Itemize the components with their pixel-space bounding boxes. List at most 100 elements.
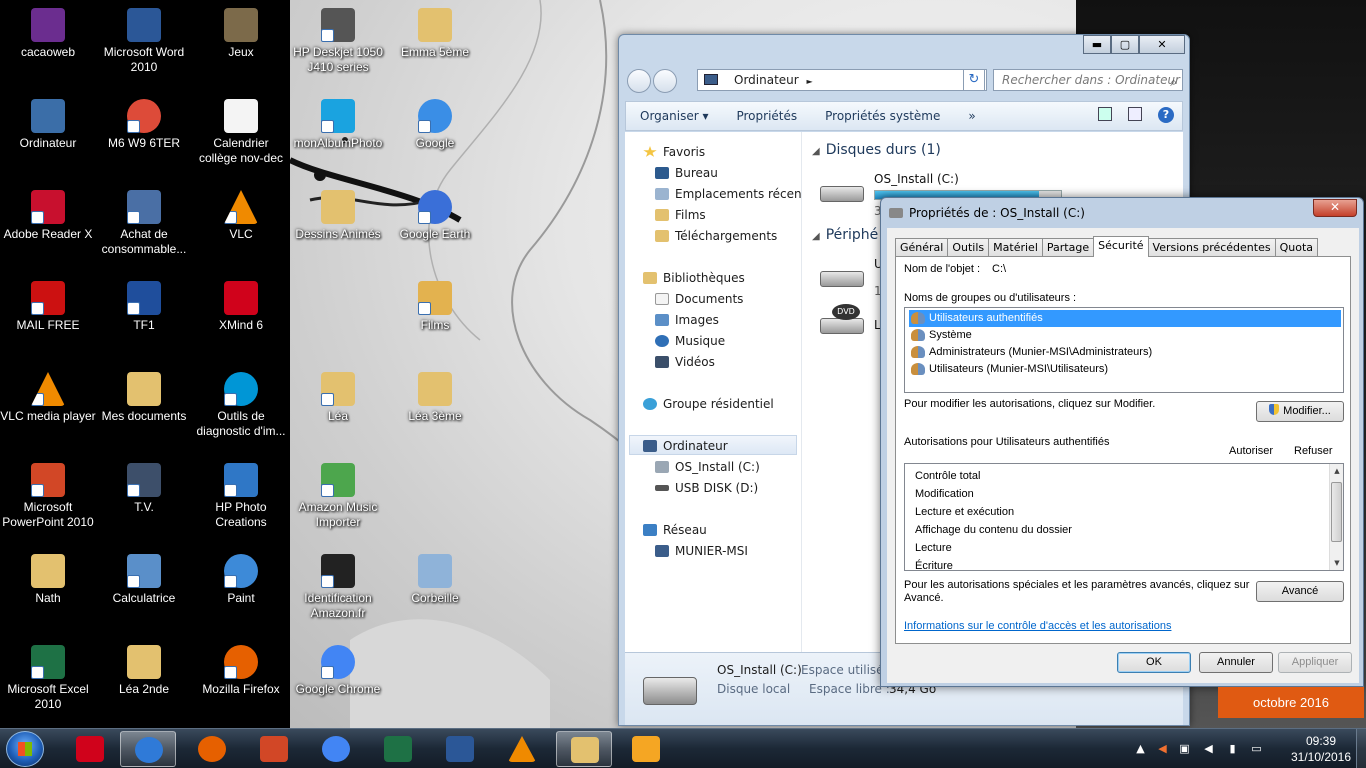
forward-button[interactable] [653,69,677,93]
calendar-flyout[interactable]: octobre 2016 [1218,687,1364,718]
desktop-icon-mail-free[interactable]: MAIL FREE [0,281,96,333]
taskbar-excel[interactable] [370,731,426,767]
desktop-icon-ordinateur[interactable]: Ordinateur [0,99,96,151]
desktop-icon-calendrier[interactable]: Calendrier collège nov-dec [193,99,289,166]
desktop-icon-word[interactable]: Microsoft Word 2010 [96,8,192,75]
desktop-icon-hp-deskjet[interactable]: HP Deskjet 1050 J410 series [290,8,386,75]
desktop-icon-lea-3eme[interactable]: Léa 3ème [387,372,483,424]
tab-sharing[interactable]: Partage [1041,238,1095,257]
preview-pane-icon[interactable] [1128,107,1142,121]
desktop-icon-tv[interactable]: T.V. [96,463,192,515]
groups-list[interactable]: Utilisateurs authentifiés Système Admini… [904,307,1344,393]
dialog-close-button[interactable]: ✕ [1313,199,1357,217]
nav-desktop[interactable]: Bureau [655,163,718,183]
close-button[interactable]: ✕ [1139,35,1185,54]
ok-button[interactable]: OK [1117,652,1191,673]
desktop-icon-cacaoweb[interactable]: cacaoweb [0,8,96,60]
taskbar-chrome[interactable] [308,731,364,767]
action-center-icon[interactable]: ▣ [1178,742,1191,755]
address-bar[interactable]: Ordinateur ► ▼ [697,69,987,91]
volume-icon[interactable]: ◀ [1202,742,1215,755]
start-button[interactable] [6,731,44,767]
access-control-info-link[interactable]: Informations sur le contrôle d'accès et … [904,620,1171,632]
properties-dialog[interactable]: Propriétés de : OS_Install (C:) ✕ Généra… [880,197,1364,687]
desktop-icon-tf1[interactable]: TF1 [96,281,192,333]
desktop-icon-google[interactable]: Google [387,99,483,151]
os-drive-item[interactable] [814,172,874,212]
cancel-button[interactable]: Annuler [1199,652,1273,673]
desktop-icon-xmind[interactable]: XMind 6 [193,281,289,333]
show-desktop-button[interactable] [1356,729,1366,768]
usb-drive-item[interactable] [814,257,874,297]
desktop-icon-nath[interactable]: Nath [0,554,96,606]
nav-computer[interactable]: Ordinateur [629,435,797,455]
organize-button[interactable]: Organiser ▾ [626,109,722,123]
desktop-icon-vlc[interactable]: VLC [193,190,289,242]
desktop-icon-identification-amazon[interactable]: Identification Amazon.fr [290,554,386,621]
desktop-icon-lea-2nde[interactable]: Léa 2nde [96,645,192,697]
speaker-warning-icon[interactable]: ◀ [1156,742,1169,755]
nav-films[interactable]: Films [655,205,706,225]
desktop-icon-emma[interactable]: Emma 5ème [387,8,483,60]
desktop-icon-films[interactable]: Films [387,281,483,333]
permissions-scrollbar[interactable]: ▲ ▼ [1329,464,1343,570]
more-commands-button[interactable]: » [954,109,989,123]
desktop-icon-monalbumphoto[interactable]: monAlbumPhoto [290,99,386,151]
nav-downloads[interactable]: Téléchargements [655,226,777,246]
desktop-icon-vlc-media-player[interactable]: VLC media player [0,372,96,424]
taskbar-firefox[interactable] [184,731,240,767]
group-item[interactable]: Utilisateurs (Munier-MSI\Utilisateurs) [909,361,1108,378]
search-input[interactable]: Rechercher dans : Ordinateur ⌕ [993,69,1183,91]
change-view-icon[interactable] [1098,107,1112,121]
desktop-icon-calculatrice[interactable]: Calculatrice [96,554,192,606]
desktop-icon-google-earth[interactable]: Google Earth [387,190,483,242]
tab-tools[interactable]: Outils [947,238,990,257]
desktop-icon-dessins-animes[interactable]: Dessins Animés [290,190,386,242]
group-item[interactable]: Administrateurs (Munier-MSI\Administrate… [909,344,1152,361]
nav-images[interactable]: Images [655,310,719,330]
desktop-icon-hp-photo[interactable]: HP Photo Creations [193,463,289,530]
removable-header[interactable]: ◢ Périphé [812,227,878,243]
nav-recent[interactable]: Emplacements récents [655,184,813,204]
desktop-icon-powerpoint[interactable]: Microsoft PowerPoint 2010 [0,463,96,530]
desktop-icon-jeux[interactable]: Jeux [193,8,289,60]
scroll-down-icon[interactable]: ▼ [1330,556,1343,570]
nav-favorites[interactable]: Favoris [643,142,705,162]
show-hidden-icons-icon[interactable]: ▲ [1134,742,1147,755]
taskbar-xmind[interactable] [62,731,118,767]
refresh-icon[interactable]: ↻ [963,69,985,91]
taskbar-internet-explorer[interactable] [120,731,176,767]
nav-usb-drive[interactable]: USB DISK (D:) [655,478,758,498]
help-icon[interactable]: ? [1158,107,1174,123]
desktop-icon-excel[interactable]: Microsoft Excel 2010 [0,645,96,712]
dvd-drive-item[interactable]: DVD [814,304,874,344]
taskbar-word[interactable] [432,731,488,767]
desktop-icon-amazon-music[interactable]: Amazon Music Importer [290,463,386,530]
system-properties-button[interactable]: Propriétés système [811,109,954,123]
advanced-button[interactable]: Avancé [1256,581,1344,602]
nav-videos[interactable]: Vidéos [655,352,715,372]
nav-os-drive[interactable]: OS_Install (C:) [655,457,760,477]
desktop-icon-mes-documents[interactable]: Mes documents [96,372,192,424]
nav-libraries[interactable]: Bibliothèques [643,268,745,288]
desktop-icon-google-chrome[interactable]: Google Chrome [290,645,386,697]
permissions-list[interactable]: Contrôle total Modification Lecture et e… [904,463,1344,571]
nav-music[interactable]: Musique [655,331,725,351]
nav-documents[interactable]: Documents [655,289,743,309]
group-item[interactable]: Système [909,327,972,344]
desktop-icon-firefox[interactable]: Mozilla Firefox [193,645,289,697]
nav-network-pc[interactable]: MUNIER-MSI [655,541,748,561]
tab-previous-versions[interactable]: Versions précédentes [1147,238,1276,257]
modify-button[interactable]: Modifier... [1256,401,1344,422]
minimize-button[interactable]: ▬ [1083,35,1111,54]
desktop-icon-achat-consommable[interactable]: Achat de consommable... [96,190,192,257]
desktop-icon-corbeille[interactable]: Corbeille [387,554,483,606]
tab-security[interactable]: Sécurité [1093,236,1149,257]
desktop-icon-adobe-reader[interactable]: Adobe Reader X [0,190,96,242]
nav-homegroup[interactable]: Groupe résidentiel [643,394,774,414]
crumb-arrow-icon[interactable]: ► [807,77,813,86]
taskbar-vlc[interactable] [494,731,550,767]
group-item[interactable]: Utilisateurs authentifiés [909,310,1341,327]
desktop-icon-lea[interactable]: Léa [290,372,386,424]
maximize-button[interactable]: ▢ [1111,35,1139,54]
